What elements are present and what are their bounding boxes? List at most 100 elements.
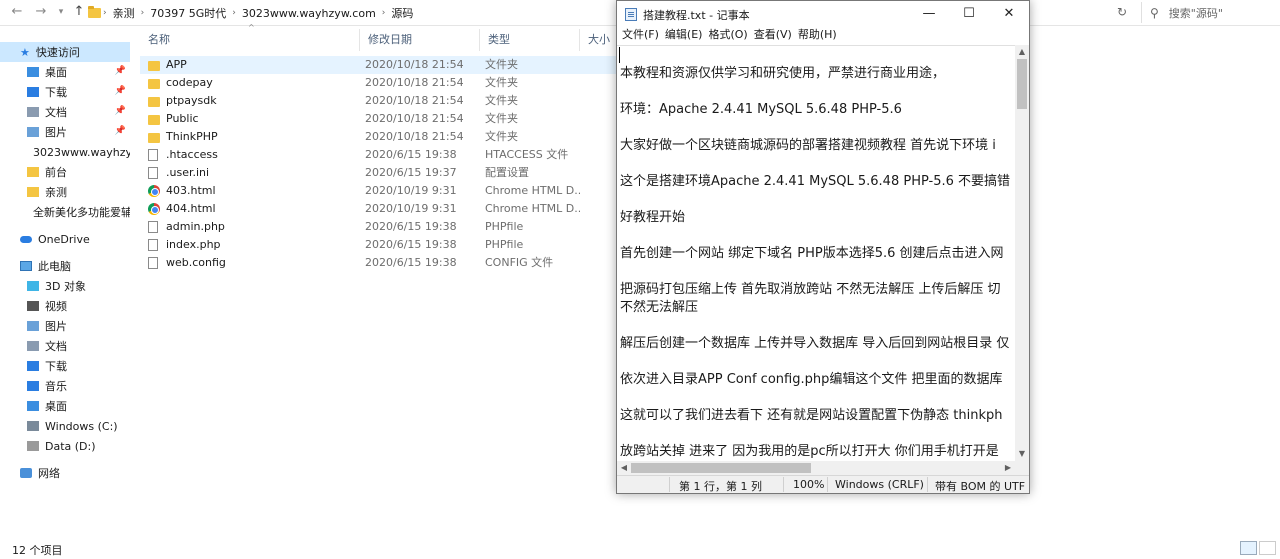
- file-type: 文件夹: [485, 58, 518, 71]
- file-name: index.php: [166, 238, 221, 251]
- pin-icon: 📌: [114, 86, 126, 96]
- file-name-cell: ThinkPHP: [148, 128, 358, 146]
- file-type: PHPfile: [485, 238, 524, 251]
- breadcrumb-item[interactable]: 70397 5G时代: [146, 5, 230, 21]
- file-name-cell: admin.php: [148, 218, 358, 236]
- search-input[interactable]: ⚲ 搜索"源码": [1141, 2, 1278, 23]
- file-row[interactable]: codepay 2020/10/18 21:54 文件夹: [140, 74, 620, 92]
- maximize-button[interactable]: ☐: [949, 1, 989, 28]
- file-row[interactable]: index.php 2020/6/15 19:38 PHPfile: [140, 236, 620, 254]
- up-icon[interactable]: ↑: [70, 3, 88, 21]
- details-view-icon[interactable]: [1240, 541, 1257, 555]
- text-editor[interactable]: 本教程和资源仅供学习和研究使用，严禁进行商业用途， 环境：Apache 2.4.4…: [617, 45, 1015, 461]
- text-line: 环境：Apache 2.4.41 MySQL 5.6.48 PHP-5.6: [620, 102, 902, 117]
- nav-quick-item[interactable]: 图片 📌: [27, 122, 130, 142]
- column-header-name[interactable]: 名称: [140, 29, 360, 51]
- nav-this-pc[interactable]: 此电脑: [20, 256, 130, 276]
- nav-quick-item[interactable]: 亲测: [27, 182, 130, 202]
- scroll-right-icon[interactable]: ▶: [1001, 461, 1015, 475]
- menu-edit[interactable]: 编辑(E): [665, 28, 709, 46]
- text-line: 解压后创建一个数据库 上传并导入数据库 导入后回到网站根目录 仅: [620, 336, 1010, 351]
- encoding: 带有 BOM 的 UTF: [935, 480, 1026, 493]
- nav-pc-item[interactable]: 文档: [27, 336, 130, 356]
- file-row[interactable]: .htaccess 2020/6/15 19:38 HTACCESS 文件: [140, 146, 620, 164]
- horizontal-scrollbar[interactable]: ◀ ▶: [617, 461, 1015, 475]
- nav-label: 文档: [45, 106, 67, 119]
- breadcrumb-item[interactable]: 源码: [387, 5, 417, 21]
- videos-icon: [27, 301, 39, 311]
- computer-icon: [20, 261, 32, 271]
- nav-pc-item[interactable]: 下载: [27, 356, 130, 376]
- breadcrumb-item[interactable]: 亲测: [109, 5, 139, 21]
- column-headers: ^ 名称 修改日期 类型 大小: [140, 23, 620, 51]
- scroll-down-icon[interactable]: ▼: [1015, 447, 1029, 461]
- file-icon: [148, 221, 158, 233]
- file-row[interactable]: ThinkPHP 2020/10/18 21:54 文件夹: [140, 128, 620, 146]
- nav-quick-access[interactable]: ★ 快速访问: [0, 42, 130, 62]
- file-row[interactable]: web.config 2020/6/15 19:38 CONFIG 文件: [140, 254, 620, 272]
- scroll-thumb[interactable]: [1017, 59, 1027, 109]
- file-row[interactable]: ptpaysdk 2020/10/18 21:54 文件夹: [140, 92, 620, 110]
- chrome-icon: [148, 185, 160, 197]
- nav-quick-item[interactable]: 全新美化多功能爱辅: [27, 202, 130, 222]
- minimize-button[interactable]: —: [909, 1, 949, 28]
- file-type: 文件夹: [485, 112, 518, 125]
- column-header-size[interactable]: 大小: [580, 29, 620, 51]
- status-divider: [927, 477, 928, 492]
- breadcrumb[interactable]: › 亲测 › 70397 5G时代 › 3023www.wayhzyw.com …: [88, 3, 417, 23]
- file-row[interactable]: Public 2020/10/18 21:54 文件夹: [140, 110, 620, 128]
- breadcrumb-item[interactable]: 3023www.wayhzyw.com: [238, 7, 380, 20]
- chevron-right-icon: ›: [103, 8, 107, 18]
- nav-pc-item[interactable]: 音乐: [27, 376, 130, 396]
- file-type: PHPfile: [485, 220, 524, 233]
- nav-quick-item[interactable]: 桌面 📌: [27, 62, 130, 82]
- file-row[interactable]: admin.php 2020/6/15 19:38 PHPfile: [140, 218, 620, 236]
- folder-icon: [148, 79, 160, 89]
- forward-icon[interactable]: →: [32, 3, 50, 21]
- text-line: 放跨站关掉 进来了 因为我用的是pc所以打开大 你们用手机打开是: [620, 444, 999, 459]
- text-line: 这就可以了我们进去看下 还有就是网站设置配置下伪静态 thinkph: [620, 408, 1003, 423]
- menu-file[interactable]: 文件(F): [622, 28, 665, 46]
- nav-pc-item[interactable]: 桌面: [27, 396, 130, 416]
- file-row[interactable]: 404.html 2020/10/19 9:31 Chrome HTML D...: [140, 200, 620, 218]
- file-name-cell: APP: [148, 56, 358, 74]
- nav-onedrive[interactable]: OneDrive: [20, 229, 130, 249]
- nav-pc-item[interactable]: Data (D:): [27, 436, 130, 456]
- nav-network[interactable]: 网络: [20, 463, 130, 483]
- file-name-cell: .user.ini: [148, 164, 358, 182]
- column-header-type[interactable]: 类型: [480, 29, 580, 51]
- nav-pc-item[interactable]: Windows (C:): [27, 416, 130, 436]
- pictures-icon: [27, 321, 39, 331]
- file-row[interactable]: 403.html 2020/10/19 9:31 Chrome HTML D...: [140, 182, 620, 200]
- file-row[interactable]: APP 2020/10/18 21:54 文件夹: [140, 56, 620, 74]
- close-button[interactable]: ✕: [989, 1, 1029, 28]
- file-row[interactable]: .user.ini 2020/6/15 19:37 配置设置: [140, 164, 620, 182]
- file-name-cell: Public: [148, 110, 358, 128]
- nav-pc-item[interactable]: 视频: [27, 296, 130, 316]
- nav-quick-item[interactable]: 3023www.wayhzyw: [27, 142, 130, 162]
- file-date: 2020/10/18 21:54: [365, 130, 464, 143]
- scroll-left-icon[interactable]: ◀: [617, 461, 631, 475]
- scroll-up-icon[interactable]: ▲: [1015, 45, 1029, 59]
- scroll-thumb[interactable]: [631, 463, 811, 473]
- nav-quick-item[interactable]: 文档 📌: [27, 102, 130, 122]
- scrollbar-corner: [1015, 461, 1029, 475]
- menu-view[interactable]: 查看(V): [754, 28, 798, 46]
- notepad-window: 搭建教程.txt - 记事本 — ☐ ✕ 文件(F) 编辑(E) 格式(O) 查…: [616, 0, 1030, 494]
- vertical-scrollbar[interactable]: ▲ ▼: [1015, 45, 1029, 461]
- file-name: 403.html: [166, 184, 216, 197]
- column-header-date[interactable]: 修改日期: [360, 29, 480, 51]
- file-type: Chrome HTML D...: [485, 184, 580, 197]
- nav-pc-item[interactable]: 图片: [27, 316, 130, 336]
- menu-format[interactable]: 格式(O): [708, 28, 753, 46]
- nav-quick-item[interactable]: 下载 📌: [27, 82, 130, 102]
- text-line: 大家好做一个区块链商城源码的部署搭建视频教程 首先说下环境 i: [620, 138, 996, 153]
- back-icon[interactable]: ←: [8, 3, 26, 21]
- large-icons-view-icon[interactable]: [1259, 541, 1276, 555]
- nav-pc-item[interactable]: 3D 对象: [27, 276, 130, 296]
- nav-quick-item[interactable]: 前台: [27, 162, 130, 182]
- refresh-icon[interactable]: ↻: [1113, 3, 1131, 21]
- recent-locations-icon[interactable]: ▾: [52, 3, 70, 21]
- download-icon: [27, 361, 39, 371]
- menu-help[interactable]: 帮助(H): [798, 28, 843, 46]
